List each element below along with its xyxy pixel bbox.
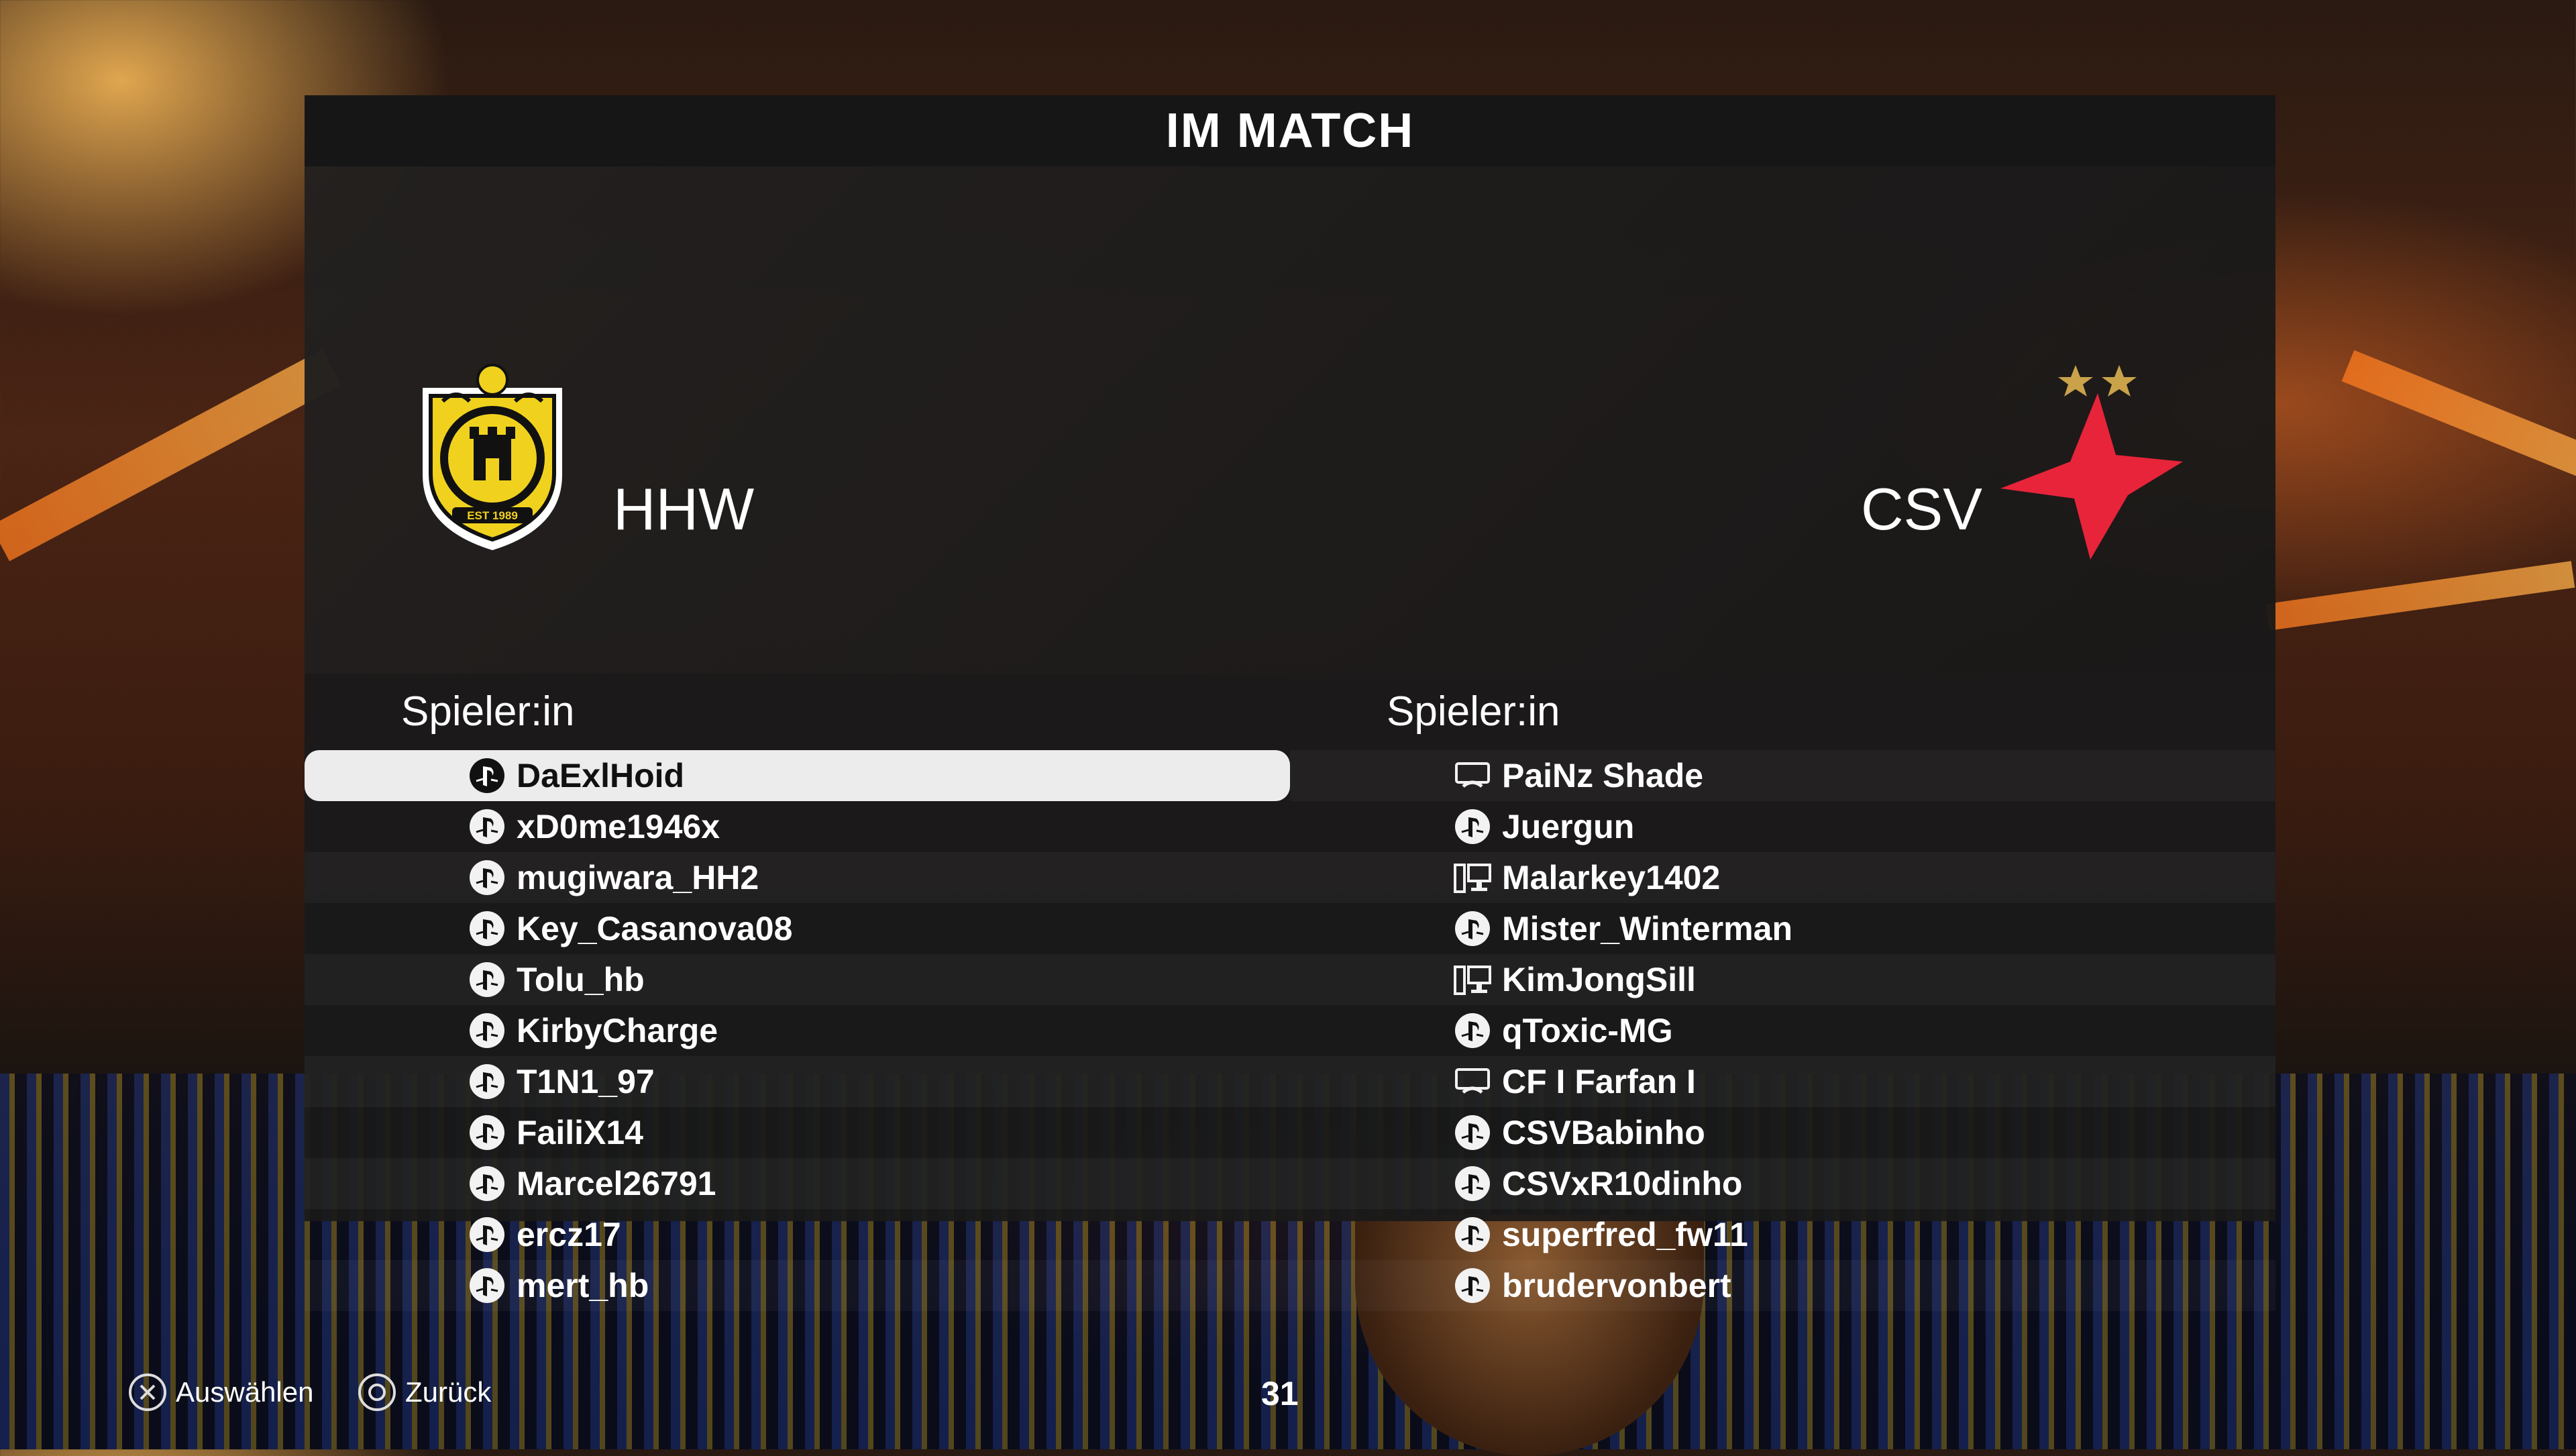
home-team-crest: EST 1989	[416, 361, 569, 553]
home-team-name: HHW	[613, 476, 755, 542]
away-player-row[interactable]: CSVBabinho	[1290, 1107, 2275, 1158]
player-name: DaExlHoid	[517, 757, 685, 794]
away-player-row[interactable]: qToxic-MG	[1290, 1005, 2275, 1056]
lineup-panel: IM MATCH EST 1989 HHW CSV Spieler:in Spi…	[305, 95, 2275, 1304]
away-header-label: Spieler:in	[1387, 688, 1560, 735]
playstation-icon	[468, 859, 506, 896]
home-player-list: DaExlHoid xD0me1946x mugiwara_HH2 Key_Casan…	[305, 750, 1290, 1311]
title-bar: IM MATCH	[305, 95, 2275, 166]
home-player-row[interactable]: DaExlHoid	[305, 750, 1290, 801]
player-name: FailiX14	[517, 1114, 643, 1151]
stadium-light-beam	[2265, 561, 2575, 631]
home-column-header: Spieler:in	[305, 674, 1290, 749]
player-name: superfred_fw11	[1502, 1216, 1748, 1253]
player-name: brudervonbert	[1502, 1267, 1731, 1304]
player-name: mugiwara_HH2	[517, 859, 759, 896]
team-header-area: EST 1989 HHW CSV	[305, 166, 2275, 674]
match-counter: 31	[1261, 1375, 1299, 1412]
player-name: Tolu_hb	[517, 961, 645, 998]
playstation-icon	[468, 910, 506, 947]
playstation-icon	[1454, 1165, 1491, 1202]
away-player-row[interactable]: CSVxR10dinho	[1290, 1158, 2275, 1209]
player-name: xD0me1946x	[517, 808, 720, 845]
home-player-row[interactable]: FailiX14	[305, 1107, 1290, 1158]
away-player-row[interactable]: Mister_Winterman	[1290, 903, 2275, 954]
playstation-icon	[468, 1267, 506, 1304]
back-hint[interactable]: Zurück	[358, 1369, 491, 1416]
xbox-icon	[1454, 1063, 1491, 1100]
playstation-icon	[1454, 1114, 1491, 1151]
player-name: KirbyCharge	[517, 1012, 718, 1049]
playstation-icon	[468, 757, 506, 794]
away-player-row[interactable]: KimJongSill	[1290, 954, 2275, 1005]
red-star-icon	[2000, 365, 2183, 560]
home-header-label: Spieler:in	[401, 688, 575, 735]
playstation-icon	[468, 1063, 506, 1100]
home-player-row[interactable]: Key_Casanova08	[305, 903, 1290, 954]
player-name: mert_hb	[517, 1267, 649, 1304]
home-player-row[interactable]: Tolu_hb	[305, 954, 1290, 1005]
player-name: Juergun	[1502, 808, 1635, 845]
player-name: Marcel26791	[517, 1165, 716, 1202]
stadium-light-beam	[2341, 350, 2576, 487]
cross-button-icon	[129, 1373, 166, 1411]
playstation-icon	[468, 1216, 506, 1253]
player-name: Mister_Winterman	[1502, 910, 1792, 947]
away-player-row[interactable]: Malarkey1402	[1290, 852, 2275, 903]
away-player-row[interactable]: Juergun	[1290, 801, 2275, 852]
playstation-icon	[1454, 1267, 1491, 1304]
home-player-row[interactable]: mugiwara_HH2	[305, 852, 1290, 903]
away-team-crest	[1995, 361, 2190, 562]
home-player-row[interactable]: ercz17	[305, 1209, 1290, 1260]
away-column-header: Spieler:in	[1290, 674, 2275, 749]
player-name: T1N1_97	[517, 1063, 655, 1100]
playstation-icon	[1454, 1012, 1491, 1049]
pc-icon	[1454, 961, 1491, 998]
home-player-row[interactable]: T1N1_97	[305, 1056, 1290, 1107]
pc-icon	[1454, 859, 1491, 896]
home-player-row[interactable]: KirbyCharge	[305, 1005, 1290, 1056]
away-player-row[interactable]: superfred_fw11	[1290, 1209, 2275, 1260]
away-player-row[interactable]: brudervonbert	[1290, 1260, 2275, 1311]
playstation-icon	[1454, 910, 1491, 947]
playstation-icon	[1454, 1216, 1491, 1253]
player-name: qToxic-MG	[1502, 1012, 1673, 1049]
crest-text: EST 1989	[467, 509, 518, 522]
player-name: KimJongSill	[1502, 961, 1696, 998]
circle-button-icon	[358, 1373, 396, 1411]
player-name: Key_Casanova08	[517, 910, 793, 947]
home-player-row[interactable]: Marcel26791	[305, 1158, 1290, 1209]
xbox-icon	[1454, 757, 1491, 794]
player-name: CSVxR10dinho	[1502, 1165, 1743, 1202]
playstation-icon	[468, 1012, 506, 1049]
player-name: ercz17	[517, 1216, 621, 1253]
playstation-icon	[468, 1114, 506, 1151]
select-label: Auswählen	[176, 1376, 314, 1408]
select-hint[interactable]: Auswählen	[129, 1369, 313, 1416]
playstation-icon	[1454, 808, 1491, 845]
playstation-icon	[468, 1165, 506, 1202]
playstation-icon	[468, 808, 506, 845]
player-name: Malarkey1402	[1502, 859, 1721, 896]
away-player-row[interactable]: PaiNz Shade	[1290, 750, 2275, 801]
back-label: Zurück	[405, 1376, 492, 1408]
page-title: IM MATCH	[1165, 104, 1415, 158]
away-player-row[interactable]: CF I Farfan I	[1290, 1056, 2275, 1107]
player-name: PaiNz Shade	[1502, 757, 1704, 794]
stadium-light-beam	[0, 349, 341, 562]
home-player-row[interactable]: xD0me1946x	[305, 801, 1290, 852]
home-player-row[interactable]: mert_hb	[305, 1260, 1290, 1311]
shield-icon: EST 1989	[423, 364, 562, 550]
player-name: CSVBabinho	[1502, 1114, 1705, 1151]
playstation-icon	[468, 961, 506, 998]
player-name: CF I Farfan I	[1502, 1063, 1696, 1100]
away-team-name: CSV	[1861, 476, 1982, 542]
away-player-list: PaiNz Shade Juergun Malarkey1402 Mister_Win…	[1290, 750, 2275, 1311]
